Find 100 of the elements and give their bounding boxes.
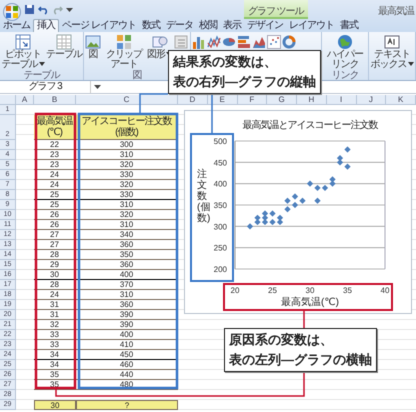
- caret-icon[interactable]: [66, 6, 73, 12]
- table-icon: [56, 34, 72, 50]
- office-button[interactable]: [3, 2, 21, 20]
- ribbon-tab[interactable]: ページ レイアウト: [59, 20, 139, 32]
- leader-line: [303, 310, 305, 328]
- bar-chart-icon: [237, 34, 251, 50]
- axis-tick-label: 25: [268, 286, 277, 295]
- ribbon-group-label: リンク: [330, 70, 360, 81]
- line-chart-icon: [207, 34, 221, 50]
- axis-tick-label: 400: [214, 180, 227, 189]
- ribbon-button[interactable]: ハイパーリンク: [323, 34, 367, 70]
- ribbon-group-label: テーブル: [22, 70, 61, 81]
- table-cell: 320: [76, 160, 178, 170]
- table-cell: 310: [76, 150, 178, 160]
- table-cell: 30: [34, 400, 76, 410]
- donut-chart-icon: [282, 34, 296, 50]
- table-cell: 310: [76, 200, 178, 210]
- table-cell: 390: [76, 320, 178, 330]
- table-cell: 410: [76, 340, 178, 350]
- save-icon[interactable]: [24, 4, 35, 15]
- context-tab-group-label: グラフ ツール: [244, 0, 308, 19]
- axis-tick-label: 40: [380, 286, 390, 295]
- chart-area[interactable]: 最高気温とアイスコーヒー注文数 200 250 300 350 400 450 500 20 25 30 35 40 最高気温(℃) 注文数(個数): [184, 110, 412, 314]
- table-cell: 300: [76, 140, 178, 150]
- table-cell: 330: [76, 190, 178, 200]
- axis-tick-label: 300: [214, 222, 227, 232]
- ribbon-button[interactable]: テキストボックス: [370, 34, 414, 70]
- leader-line: [211, 94, 213, 134]
- callout-note: 結果系の変数は、 表の右列―グラフの縦軸: [168, 50, 321, 94]
- ribbon-button[interactable]: [282, 34, 296, 50]
- column-heading[interactable]: K: [386, 95, 416, 105]
- ribbon-tab[interactable]: データ: [162, 20, 196, 32]
- table-cell: 450: [76, 350, 178, 360]
- ribbon-button[interactable]: テーブル: [46, 34, 82, 60]
- undo-icon[interactable]: [38, 4, 49, 15]
- axis-tick-label: 250: [214, 244, 227, 253]
- ribbon-tab[interactable]: ホーム: [0, 20, 33, 32]
- column-heading[interactable]: B: [34, 95, 76, 105]
- ribbon-button[interactable]: ピボットテーブル: [1, 34, 45, 70]
- ribbon-tab[interactable]: 校閲: [196, 20, 220, 32]
- column-heading[interactable]: F: [238, 95, 268, 105]
- axis-tick-label: 30: [306, 286, 314, 295]
- column-chart-icon: [192, 34, 206, 50]
- ribbon-button[interactable]: [207, 34, 221, 50]
- axis-tick-label: 35: [343, 286, 352, 295]
- data-point: [344, 146, 351, 153]
- table-cell: 360: [76, 260, 178, 270]
- axis-tick-label: 450: [214, 158, 227, 168]
- ribbon-button[interactable]: クリップアート: [102, 34, 146, 70]
- ribbon-tab[interactable]: デザイン: [244, 20, 286, 32]
- text-box-icon: [384, 34, 400, 50]
- column-heading[interactable]: I: [326, 95, 356, 105]
- leader-line: [139, 93, 168, 114]
- ribbon-tab[interactable]: 表示: [220, 20, 244, 32]
- shapes-icon: [152, 34, 168, 50]
- ribbon-button[interactable]: [192, 34, 206, 50]
- ribbon-button[interactable]: [173, 34, 189, 50]
- ribbon-button[interactable]: [267, 34, 281, 50]
- table-cell: 310: [76, 220, 178, 230]
- table-cell: 340: [76, 230, 178, 240]
- table-cell: 370: [76, 280, 178, 290]
- axis-title: 最高気温(℃): [281, 297, 339, 308]
- table-cell: 320: [76, 180, 178, 190]
- office-logo-icon: [5, 4, 19, 18]
- table-cell: 320: [76, 210, 178, 220]
- table-cell: 330: [76, 170, 178, 180]
- ribbon-tab[interactable]: 数式: [138, 20, 163, 32]
- column-heading[interactable]: H: [297, 95, 327, 105]
- ribbon-tab[interactable]: レイアウト: [286, 20, 337, 32]
- column-heading[interactable]: G: [267, 95, 297, 105]
- data-point: [314, 198, 321, 204]
- table-cell: 350: [76, 250, 178, 260]
- name-box[interactable]: グラフ 3: [0, 81, 91, 93]
- column-heading[interactable]: E: [208, 95, 238, 105]
- scatter-chart-icon: [267, 34, 281, 50]
- column-heading[interactable]: A: [16, 95, 34, 105]
- axis-tick-label: 350: [214, 201, 227, 210]
- table-cell: 440: [76, 370, 178, 380]
- axis-tick-label: 500: [214, 137, 227, 146]
- chart-title: 最高気温とアイスコーヒー注文数: [242, 120, 378, 131]
- clipart-icon: [116, 34, 132, 50]
- column-heading[interactable]: C: [76, 95, 178, 105]
- column-heading[interactable]: D: [178, 95, 208, 105]
- ribbon-button[interactable]: 図: [85, 34, 101, 60]
- picture-icon: [85, 34, 101, 50]
- ribbon-tab[interactable]: 書式: [336, 20, 361, 32]
- table-cell: 360: [76, 300, 178, 310]
- axis-tick-label: 200: [214, 265, 227, 274]
- caret-icon[interactable]: [94, 84, 101, 90]
- ribbon-tab[interactable]: 挿入: [33, 19, 59, 32]
- table-cell: 460: [76, 360, 178, 370]
- table-cell: 400: [76, 330, 178, 340]
- globe-icon: [337, 34, 353, 50]
- pivot-table-icon: [15, 34, 31, 50]
- column-heading[interactable]: J: [356, 95, 386, 105]
- table-cell: 360: [76, 240, 178, 250]
- ribbon-button[interactable]: [237, 34, 251, 50]
- table-cell: 400: [76, 270, 178, 280]
- window-title: 最高気温: [377, 4, 416, 19]
- smartart-icon: [173, 34, 189, 50]
